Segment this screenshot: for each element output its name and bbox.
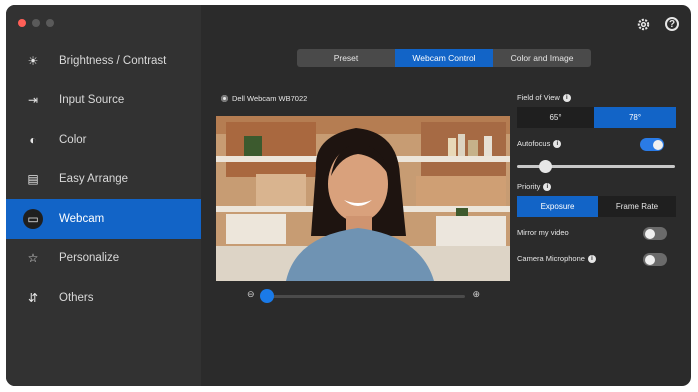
webcam-icon: ▭ [23,208,43,229]
input-source-icon: ⇥ [27,93,39,108]
minimize-button[interactable] [32,19,40,27]
maximize-button[interactable] [46,19,54,27]
priority-text: Priority [517,182,541,191]
field-of-view-label: Field of View i [517,93,571,103]
others-icon: ⇵ [27,290,39,305]
focus-slider-thumb[interactable] [539,160,552,173]
sidebar-item-label: Input Source [59,94,125,107]
sidebar: ☀ Brightness / Contrast ⇥ Input Source ◐… [6,5,201,386]
autofocus-text: Autofocus [517,139,551,148]
toggle-knob [644,228,655,239]
toggle-knob [644,254,655,265]
camera-microphone-text: Camera Microphone [517,254,585,263]
tab-preset[interactable]: Preset [297,49,395,67]
zoom-in-icon[interactable]: ⊕ [472,289,480,300]
priority-option-exposure[interactable]: Exposure [517,196,598,217]
sidebar-item-label: Webcam [59,212,105,225]
sidebar-item-label: Color [59,133,87,146]
priority-label: Priority i [517,182,552,192]
autofocus-label: Autofocus i [517,139,562,149]
sidebar-item-easy-arrange[interactable]: ▤ Easy Arrange [6,160,201,200]
tab-webcam-control[interactable]: Webcam Control [395,49,493,67]
sidebar-nav: ☀ Brightness / Contrast ⇥ Input Source ◐… [6,41,201,318]
info-icon[interactable]: i [562,94,571,103]
info-icon[interactable]: i [543,183,552,192]
camera-microphone-toggle[interactable] [643,253,667,266]
webcam-preview [216,116,510,281]
camera-name-label: Dell Webcam WB7022 [232,94,308,103]
camera-icon [221,95,228,102]
question-icon[interactable]: ? [665,17,679,31]
close-button[interactable] [18,19,26,27]
webcam-preview-image [216,116,510,281]
sidebar-item-label: Personalize [59,252,120,265]
palette-icon: ◐ [29,132,37,147]
zoom-out-icon[interactable]: ⊖ [247,289,255,300]
zoom-slider-thumb[interactable] [260,289,274,303]
layout-icon: ▤ [27,172,39,187]
sun-icon: ☀ [27,53,39,68]
tab-color-and-image[interactable]: Color and Image [493,49,591,67]
fov-option-78[interactable]: 78° [594,107,676,128]
zoom-track[interactable] [262,295,465,298]
fov-option-65[interactable]: 65° [517,107,594,128]
field-of-view-text: Field of View [517,93,560,102]
star-icon: ☆ [27,251,39,266]
info-icon[interactable]: i [587,255,596,264]
header-icons: ? [636,17,679,32]
sidebar-item-webcam[interactable]: ▭ Webcam [6,199,201,239]
app-window: ☀ Brightness / Contrast ⇥ Input Source ◐… [6,5,691,386]
sidebar-item-label: Easy Arrange [59,173,129,186]
sidebar-item-color[interactable]: ◐ Color [6,120,201,160]
focus-slider [517,160,675,174]
gear-icon[interactable] [636,17,651,32]
sidebar-item-personalize[interactable]: ☆ Personalize [6,239,201,279]
priority-selector: Exposure Frame Rate [517,196,676,217]
sidebar-item-others[interactable]: ⇵ Others [6,278,201,318]
field-of-view-selector: 65° 78° [517,107,676,128]
mirror-text: Mirror my video [517,228,569,237]
info-icon[interactable]: i [553,140,562,149]
sidebar-item-brightness-contrast[interactable]: ☀ Brightness / Contrast [6,41,201,81]
priority-option-frame-rate[interactable]: Frame Rate [598,196,676,217]
camera-name: Dell Webcam WB7022 [221,94,307,103]
camera-microphone-label: Camera Microphone i [517,254,596,264]
toggle-knob [652,139,663,150]
mirror-toggle[interactable] [643,227,667,240]
sidebar-item-input-source[interactable]: ⇥ Input Source [6,81,201,121]
sidebar-item-label: Brightness / Contrast [59,54,167,67]
zoom-control: ⊖ ⊕ [247,289,480,303]
window-controls [18,19,54,27]
autofocus-toggle[interactable] [640,138,664,151]
tab-bar: Preset Webcam Control Color and Image [297,49,591,67]
sidebar-item-label: Others [59,291,94,304]
mirror-label: Mirror my video [517,228,569,237]
